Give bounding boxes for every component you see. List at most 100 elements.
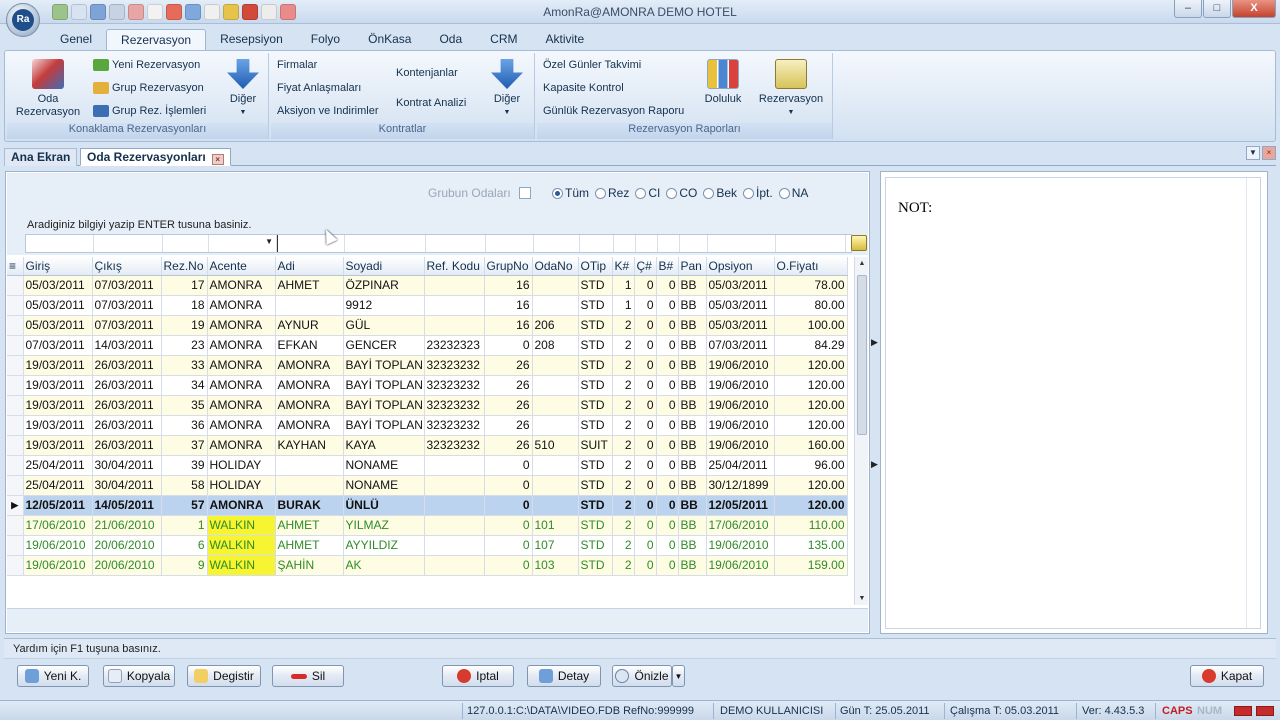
- row-indicator[interactable]: [7, 555, 24, 576]
- search-input-k[interactable]: [614, 235, 636, 252]
- row-indicator[interactable]: [7, 335, 24, 356]
- table-row[interactable]: 17/06/2010 21/06/2010 1 WALKIN AHMET YILMAZ 0 1…: [7, 515, 848, 536]
- scroll-down-icon[interactable]: ▼: [855, 595, 869, 602]
- status-flag-icon[interactable]: [1256, 706, 1274, 716]
- row-indicator[interactable]: [7, 475, 24, 496]
- new-button[interactable]: Yeni K.: [17, 665, 89, 687]
- column-chooser-icon[interactable]: ≡: [7, 257, 24, 276]
- tab-oda[interactable]: Oda: [425, 29, 476, 51]
- tab-crm[interactable]: CRM: [476, 29, 531, 51]
- panel-splitter[interactable]: ▶ ▶: [870, 171, 880, 634]
- row-indicator[interactable]: [7, 435, 24, 456]
- table-row[interactable]: 19/03/2011 26/03/2011 37 AMONRA KAYHAN KAYA 32…: [7, 435, 848, 456]
- doc-tab-oda-rezervasyonlari[interactable]: Oda Rezervasyonları ×: [80, 148, 231, 166]
- row-indicator[interactable]: [7, 415, 24, 436]
- row-indicator[interactable]: [7, 315, 24, 336]
- copy-button[interactable]: Kopyala: [103, 665, 175, 687]
- app-logo[interactable]: Ra: [6, 3, 40, 37]
- radio-tum[interactable]: Tüm: [552, 186, 589, 200]
- grup-rezervasyon-button[interactable]: Grup Rezervasyon: [93, 82, 204, 94]
- table-row[interactable]: 25/04/2011 30/04/2011 39 HOLIDAY NONAME 0 STD 2…: [7, 455, 848, 476]
- scroll-thumb[interactable]: [857, 275, 867, 435]
- table-row[interactable]: 19/03/2011 26/03/2011 36 AMONRA AMONRA BAYİ T…: [7, 415, 848, 436]
- aksiyon-indirimler-button[interactable]: Aksiyon ve Indirimler: [277, 105, 378, 117]
- language-flag-icon[interactable]: [1234, 706, 1252, 716]
- col-header-c[interactable]: Ç#: [634, 257, 657, 276]
- search-input-cikis[interactable]: [94, 235, 163, 252]
- tab-list-icon[interactable]: ▼: [1246, 146, 1260, 160]
- row-indicator[interactable]: [7, 275, 24, 296]
- search-select-acente[interactable]: [209, 235, 277, 252]
- close-button[interactable]: X: [1232, 0, 1276, 18]
- radio-bek[interactable]: Bek: [703, 186, 737, 200]
- edit-button[interactable]: Degistir: [187, 665, 261, 687]
- col-header-grupno[interactable]: GrupNo: [484, 257, 533, 276]
- row-indicator[interactable]: [7, 535, 24, 556]
- tab-folyo[interactable]: Folyo: [297, 29, 354, 51]
- table-row[interactable]: 05/03/2011 07/03/2011 19 AMONRA AYNUR GÜL 16 20…: [7, 315, 848, 336]
- search-input-fiyat[interactable]: [776, 235, 846, 252]
- col-header-giris[interactable]: Giriş: [23, 257, 93, 276]
- search-input-b[interactable]: [658, 235, 680, 252]
- doc-tab-ana-ekran[interactable]: Ana Ekran: [4, 148, 78, 166]
- col-header-adi[interactable]: Adi: [275, 257, 344, 276]
- col-header-otip[interactable]: OTip: [578, 257, 613, 276]
- table-row[interactable]: 19/06/2010 20/06/2010 9 WALKIN ŞAHİN AK 0 103 ST…: [7, 555, 848, 576]
- col-header-refkodu[interactable]: Ref. Kodu: [424, 257, 485, 276]
- tab-rezervasyon[interactable]: Rezervasyon: [106, 29, 207, 51]
- tab-resepsiyon[interactable]: Resepsiyon: [206, 29, 297, 51]
- tab-close-icon[interactable]: ×: [211, 154, 224, 165]
- row-indicator[interactable]: [7, 375, 24, 396]
- search-input-soyadi[interactable]: [345, 235, 426, 252]
- radio-ipt[interactable]: İpt.: [743, 186, 773, 200]
- diger-button-1[interactable]: Diğer ▼: [221, 59, 265, 119]
- maximize-button[interactable]: □: [1203, 0, 1231, 18]
- table-row[interactable]: ▶ 12/05/2011 14/05/2011 57 AMONRA BURAK ÜNLÜ 0 S…: [7, 495, 848, 516]
- search-input-rezno[interactable]: [163, 235, 209, 252]
- search-input-opsiyon[interactable]: [708, 235, 776, 252]
- oda-rezervasyon-button[interactable]: Oda Rezervasyon: [13, 59, 83, 119]
- tab-onkasa[interactable]: ÖnKasa: [354, 29, 425, 51]
- close-form-button[interactable]: Kapat: [1190, 665, 1264, 687]
- splitter-arrow-icon[interactable]: ▶: [871, 337, 878, 348]
- group-rooms-filter[interactable]: Grubun Odaları: [428, 186, 531, 200]
- radio-ci[interactable]: CI: [635, 186, 660, 200]
- col-header-cikis[interactable]: Çıkış: [92, 257, 162, 276]
- col-header-b[interactable]: B#: [656, 257, 679, 276]
- search-input-odano[interactable]: [534, 235, 580, 252]
- kontrat-analizi-button[interactable]: Kontrat Analizi: [396, 97, 466, 109]
- grup-rez-islemleri-button[interactable]: Grup Rez. İşlemleri: [93, 105, 206, 117]
- row-indicator[interactable]: [7, 355, 24, 376]
- kontenjanlar-button[interactable]: Kontenjanlar: [396, 67, 458, 79]
- table-row[interactable]: 19/03/2011 26/03/2011 33 AMONRA AMONRA BAYİ T…: [7, 355, 848, 376]
- firmalar-button[interactable]: Firmalar: [277, 59, 317, 71]
- close-all-icon[interactable]: ×: [1262, 146, 1276, 160]
- yeni-rezervasyon-button[interactable]: Yeni Rezervasyon: [93, 59, 200, 71]
- ozel-gunler-takvimi-button[interactable]: Özel Günler Takvimi: [543, 59, 641, 71]
- tab-genel[interactable]: Genel: [46, 29, 106, 51]
- col-header-pan[interactable]: Pan: [678, 257, 707, 276]
- table-row[interactable]: 05/03/2011 07/03/2011 18 AMONRA 9912 16 STD 1 0 0…: [7, 295, 848, 316]
- tab-aktivite[interactable]: Aktivite: [531, 29, 598, 51]
- col-header-fiyat[interactable]: O.Fiyatı: [774, 257, 848, 276]
- col-header-odano[interactable]: OdaNo: [532, 257, 579, 276]
- gunluk-rezervasyon-raporu-button[interactable]: Günlük Rezervasyon Raporu: [543, 105, 684, 117]
- rezervasyon-report-button[interactable]: Rezervasyon ▼: [755, 59, 827, 119]
- col-header-acente[interactable]: Acente: [207, 257, 276, 276]
- note-textarea[interactable]: NOT:: [885, 177, 1261, 629]
- row-indicator[interactable]: [7, 295, 24, 316]
- search-input-grupno[interactable]: [486, 235, 534, 252]
- search-input-c[interactable]: [636, 235, 658, 252]
- search-input-pan[interactable]: [680, 235, 708, 252]
- minimize-button[interactable]: –: [1174, 0, 1202, 18]
- splitter-arrow-icon[interactable]: ▶: [871, 459, 878, 470]
- preview-dropdown-icon[interactable]: ▼: [672, 665, 685, 687]
- search-input-otip[interactable]: [580, 235, 614, 252]
- col-header-rezno[interactable]: Rez.No: [161, 257, 208, 276]
- col-header-opsiyon[interactable]: Opsiyon: [706, 257, 775, 276]
- doluluk-button[interactable]: Doluluk: [697, 59, 749, 106]
- detail-button[interactable]: Detay: [527, 665, 601, 687]
- group-rooms-checkbox[interactable]: [518, 187, 531, 199]
- row-indicator[interactable]: [7, 515, 24, 536]
- radio-rez[interactable]: Rez: [595, 186, 629, 200]
